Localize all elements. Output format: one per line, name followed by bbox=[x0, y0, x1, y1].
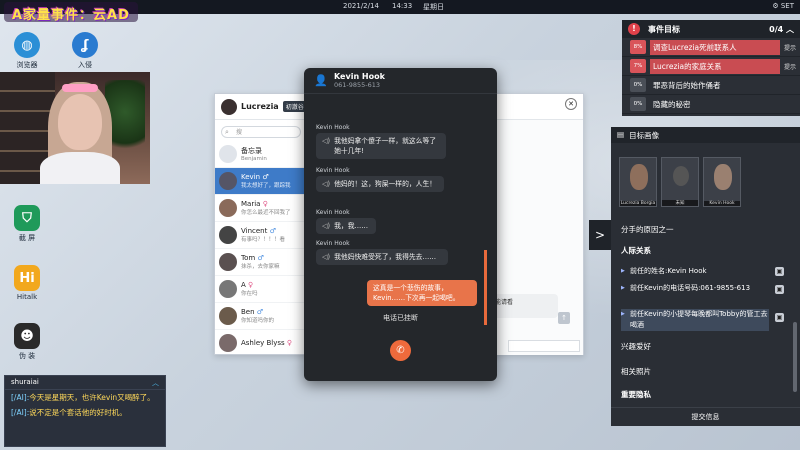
avatar bbox=[219, 199, 237, 217]
call-message: Kevin Hook ◁) 我他妈拿个傻子一样，就这么等了她十几年! bbox=[316, 124, 446, 159]
info-icon[interactable]: ▣ bbox=[775, 313, 784, 322]
contact-ashley[interactable]: Ashley Blyss ♀ bbox=[215, 330, 304, 355]
panel-scrollbar[interactable] bbox=[793, 322, 797, 392]
user-icon: 👤 bbox=[314, 73, 328, 87]
phone-call-popup: 👤 Kevin Hook 061-9855-613 Kevin Hook ◁) 我他… bbox=[304, 68, 497, 381]
contact-maria[interactable]: Maria ♀ 你怎么最近不回我了 bbox=[215, 195, 304, 222]
intrude-desktop-icon[interactable]: ʆ 入侵 bbox=[62, 32, 108, 70]
call-message: Kevin Hook ◁) 他妈的！这，狗屎一样的，人生！ bbox=[316, 167, 444, 192]
stream-chat-overlay: shuraiai ︿ [/AI]:今天是星期天，也许Kevin又喝醉了。 [/AI… bbox=[4, 375, 166, 447]
avatar bbox=[219, 226, 237, 244]
screenshot-desktop-icon[interactable]: ⛉ 截 屏 bbox=[4, 205, 50, 243]
collapse-icon[interactable]: ︿ bbox=[152, 378, 159, 387]
owner-avatar bbox=[221, 98, 237, 115]
contact-kevin[interactable]: Kevin ♂ 我太想好了，跟踪我 bbox=[215, 168, 304, 195]
hitalk-icon: Hi bbox=[14, 265, 40, 291]
avatar bbox=[219, 280, 237, 298]
stream-title-banner: A家量事件：云AD bbox=[4, 2, 138, 23]
goal-progress: 0/4 ︿ bbox=[769, 24, 794, 34]
goal-item[interactable]: 0% 罪恶背后的始作俑者 bbox=[622, 76, 800, 95]
event-goals-panel: ! 事件目标 0/4 ︿ 8% 调查Lucrezia死前联系人 提示 7% Lucrezi… bbox=[622, 20, 800, 116]
scroll-top-button[interactable]: ↑ bbox=[558, 312, 570, 324]
call-message: Kevin Hook ◁) 我他妈快难受死了，我得先去…… bbox=[316, 240, 448, 265]
disguise-desktop-icon[interactable]: ☻ 伪 装 bbox=[4, 323, 50, 361]
browser-desktop-icon[interactable]: ◍ 浏览器 bbox=[4, 32, 50, 70]
avatar bbox=[219, 334, 237, 352]
globe-icon: ◍ bbox=[14, 32, 40, 58]
info-item[interactable]: 前任的姓名:Kevin Hook bbox=[621, 266, 769, 277]
weekday-text: 星期日 bbox=[423, 3, 444, 11]
portrait-unknown[interactable]: 未知 bbox=[661, 157, 699, 207]
section-relations[interactable]: 人际关系 bbox=[621, 245, 651, 256]
goal-item[interactable]: 0% 隐藏的秘密 bbox=[622, 95, 800, 114]
info-item[interactable]: 前任Kevin的电话号码:061-9855-613 bbox=[621, 283, 769, 294]
avatar bbox=[219, 145, 237, 163]
avatar bbox=[219, 307, 237, 325]
hangup-button[interactable]: ✆ bbox=[390, 340, 411, 361]
hook-icon: ʆ bbox=[72, 32, 98, 58]
portrait-kevin[interactable]: Kevin Hook bbox=[703, 157, 741, 207]
call-message: Kevin Hook ◁) 我，我…… bbox=[316, 209, 376, 234]
contact-list: 备忘录 Benjamin Kevin ♂ 我太想好了，跟踪我 Maria ♀ 你怎么最… bbox=[215, 141, 305, 355]
contact-tom[interactable]: Tom ♂ 抹杀，去你家嘛 bbox=[215, 249, 304, 276]
chat-user: shuraiai bbox=[11, 378, 39, 386]
contact-vincent[interactable]: Vincent ♂ 有事吗？！！！看 bbox=[215, 222, 304, 249]
outgoing-message: 这真是一个悲伤的故事，Kevin……下次再一起喝吧。 bbox=[367, 280, 477, 306]
portrait-lucrezia[interactable]: Lucrezia Borgia bbox=[619, 157, 657, 207]
owner-name: Lucrezia bbox=[241, 102, 279, 111]
speaker-icon: ◁) bbox=[322, 253, 331, 261]
info-item-selected[interactable]: 前任Kevin的小提琴每晚都叫Tobby的管工去喝酒 bbox=[621, 309, 769, 331]
caller-number: 061-9855-613 bbox=[334, 81, 381, 89]
info-icon[interactable]: ▣ bbox=[775, 285, 784, 294]
disguise-icon: ☻ bbox=[14, 323, 40, 349]
alert-icon: ! bbox=[628, 23, 640, 35]
avatar bbox=[219, 172, 237, 190]
goal-item[interactable]: 7% Lucrezia的家庭关系 提示 bbox=[622, 57, 800, 76]
contact-a[interactable]: A ♀ 你在吗 bbox=[215, 276, 304, 303]
section-hobbies[interactable]: 兴趣爱好 bbox=[621, 341, 651, 352]
section-photos[interactable]: 相关照片 bbox=[621, 366, 651, 377]
shield-icon: ⛉ bbox=[14, 205, 40, 231]
submit-info-button[interactable]: 提交信息 bbox=[611, 407, 800, 426]
message-input[interactable] bbox=[508, 340, 580, 352]
phone-icon: ✆ bbox=[396, 345, 405, 356]
partial-info-text: 分手的原因之一 bbox=[621, 225, 674, 234]
contact-memo[interactable]: 备忘录 Benjamin bbox=[215, 141, 304, 168]
chat-line: [/AI]:今天是星期天，也许Kevin又喝醉了。 bbox=[11, 393, 155, 402]
goal-item[interactable]: 8% 调查Lucrezia死前联系人 提示 bbox=[622, 38, 800, 57]
search-icon: ⌕ bbox=[225, 128, 229, 136]
gear-icon: ⚙ bbox=[772, 2, 779, 10]
speaker-icon: ◁) bbox=[322, 222, 331, 230]
target-profile-panel: ▤ 目标画像 Lucrezia Borgia 未知 Kevin Hook 分手的原… bbox=[611, 127, 800, 426]
info-icon[interactable]: ▣ bbox=[775, 267, 784, 276]
profile-icon: ▤ bbox=[617, 130, 625, 139]
speaker-icon: ◁) bbox=[322, 180, 331, 188]
time-text: 14:33 bbox=[392, 2, 413, 10]
settings-button[interactable]: ⚙ SET bbox=[772, 2, 794, 10]
hint-button[interactable]: 提示 bbox=[780, 62, 800, 71]
date-text: 2021/2/14 bbox=[343, 2, 379, 10]
close-button[interactable]: ✕ bbox=[565, 98, 577, 110]
contact-ben[interactable]: Ben ♂ 你知道吗你的 bbox=[215, 303, 304, 330]
streamer-webcam bbox=[0, 72, 150, 184]
caller-name: Kevin Hook bbox=[334, 72, 385, 81]
call-ended-text: 电话已挂断 bbox=[383, 314, 418, 322]
hitalk-desktop-icon[interactable]: Hi Hitalk bbox=[4, 265, 50, 301]
section-secret[interactable]: 重要隐私 bbox=[621, 389, 651, 400]
expand-panel-button[interactable]: > bbox=[589, 220, 611, 250]
speaker-icon: ◁) bbox=[322, 137, 331, 145]
contact-search-input[interactable]: ⌕ 搜 bbox=[221, 126, 301, 138]
hint-button[interactable]: 提示 bbox=[780, 43, 800, 52]
chat-line: [/AI]:说不定是个套话他的好时机。 bbox=[11, 408, 127, 417]
chevron-right-icon: > bbox=[594, 228, 606, 242]
avatar bbox=[219, 253, 237, 271]
